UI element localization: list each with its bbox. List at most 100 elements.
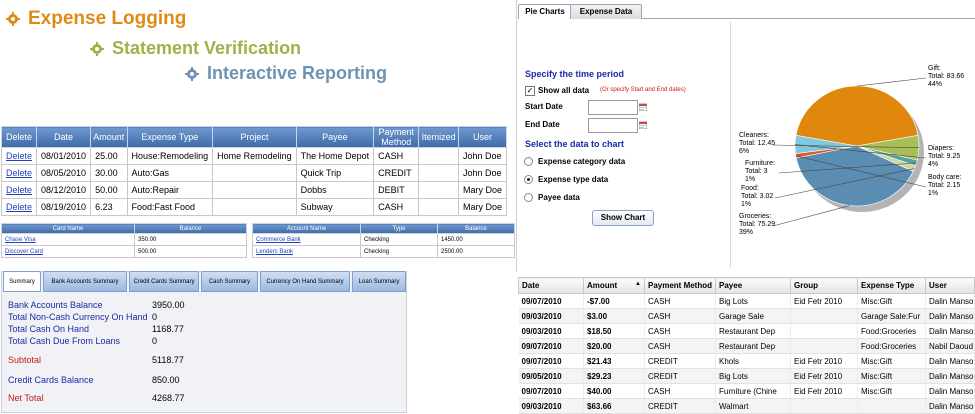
table-cell (418, 181, 459, 199)
radio-expense-category[interactable] (524, 157, 533, 166)
column-header[interactable]: Itemized (418, 126, 459, 148)
table-cell: Eid Fetr 2010 (790, 368, 859, 384)
table-cell (418, 164, 459, 182)
select-data-title: Select the data to chart (525, 139, 625, 149)
column-header[interactable]: Delete (0, 126, 38, 148)
show-all-label: Show all data (538, 86, 590, 95)
table-cell: -$7.00 (583, 293, 645, 309)
column-header[interactable]: Amount (90, 126, 128, 148)
column-header[interactable]: Payee (715, 277, 792, 294)
gear-icon (6, 12, 20, 26)
heading-text: Statement Verification (112, 38, 302, 58)
summary-row: Credit Cards Balance (8, 375, 94, 385)
summary-value: 0 (152, 312, 158, 322)
end-date-input[interactable] (588, 118, 638, 133)
summary-row: Total Cash On Hand (8, 324, 89, 334)
table-cell (790, 308, 859, 324)
radio-payee[interactable] (524, 193, 533, 202)
column-header: Balance (437, 223, 515, 234)
option-label: Expense category data (538, 157, 626, 166)
column-header[interactable]: Group (790, 277, 859, 294)
heading-text: Expense Logging (28, 8, 187, 29)
table-cell: 09/07/2010 (518, 293, 584, 309)
column-header[interactable]: Expense Type (126, 126, 214, 148)
pie-label: Total: 83.66 (928, 73, 964, 80)
table-row[interactable]: 09/07/2010 $40.00 CASH Furniture (Chine Eid … (518, 383, 975, 399)
tab-summary[interactable]: Summary (3, 271, 41, 292)
column-header[interactable]: Date (36, 126, 92, 148)
table-cell (857, 398, 927, 414)
card-link[interactable]: Discover Card (5, 249, 43, 255)
table-row[interactable]: 09/07/2010 $21.43 CREDIT Khols Eid Fetr 2010… (518, 353, 975, 369)
table-cell: 08/05/2010 (36, 164, 92, 182)
summary-label: Credit Cards Balance (8, 375, 94, 385)
account-link[interactable]: Commerce Bank (256, 237, 301, 243)
table-cell: CREDIT (644, 353, 717, 369)
delete-link[interactable]: Delete (6, 151, 32, 161)
summary-value: 5118.77 (152, 355, 184, 365)
table-row[interactable]: 09/07/2010 $20.00 CASH Restaurant Dep Food:G… (518, 338, 975, 354)
tab-currency-on-hand-summary[interactable]: Currency On Hand Summary (260, 271, 350, 292)
table-cell: Dobbs (295, 181, 375, 199)
table-cell: Dalin Mansour (925, 353, 975, 369)
show-all-checkbox[interactable]: ✓ (525, 86, 535, 96)
column-header[interactable]: Payment Method (643, 277, 717, 294)
table-cell (212, 164, 297, 182)
table-cell: 09/03/2010 (518, 323, 584, 339)
show-chart-button[interactable]: Show Chart (592, 210, 654, 226)
table-row[interactable]: 09/07/2010 -$7.00 CASH Big Lots Eid Fetr 201… (518, 293, 975, 309)
column-header[interactable]: User (925, 277, 975, 294)
column-header[interactable]: Project (212, 126, 297, 148)
table-cell: Nabil Daoud (925, 338, 975, 354)
card-link[interactable]: Chase Visa (5, 237, 36, 243)
expense-table: Delete Date Amount Expense Type Project … (0, 126, 508, 216)
table-row[interactable]: 09/05/2010 $29.23 CREDIT Big Lots Eid Fetr 2… (518, 368, 975, 384)
column-header[interactable]: Amount ▲ (583, 277, 645, 294)
summary-label: Bank Accounts Balance (8, 300, 103, 310)
table-cell: CASH (644, 293, 717, 309)
pie-leader-line (856, 77, 927, 87)
table-cell: 500.00 (134, 245, 247, 258)
summary-value: 1168.77 (152, 324, 184, 334)
table-cell: Quick Trip (295, 164, 375, 182)
column-header[interactable]: Expense Type (857, 277, 927, 294)
delete-link[interactable]: Delete (6, 185, 32, 195)
pie-label: Total: 2.15 (928, 182, 960, 189)
tab-expense-data[interactable]: Expense Data (570, 4, 642, 19)
account-link[interactable]: Lenders Bank (256, 249, 293, 255)
pie-label: Diapers: (928, 145, 954, 152)
tab-cash-summary[interactable]: Cash Summary (201, 271, 258, 292)
table-cell: Food:Fast Food (126, 198, 214, 216)
summary-label: Net Total (8, 393, 44, 403)
tab-credit-cards-summary[interactable]: Credit Cards Summary (129, 271, 199, 292)
pie-slice-gift[interactable] (795, 85, 919, 147)
column-header[interactable]: Payment Method (373, 126, 420, 148)
tab-bank-accounts-summary[interactable]: Bank Accounts Summary (43, 271, 127, 292)
table-cell: John Doe (457, 164, 508, 182)
column-header[interactable]: User (457, 126, 508, 148)
table-cell: 09/07/2010 (518, 353, 584, 369)
column-header[interactable]: Date (518, 277, 584, 294)
table-cell: Restaurant Dep (715, 323, 792, 339)
table-row: Lenders Bank Checking 2500.00 (252, 245, 515, 258)
table-cell: 50.00 (90, 181, 128, 199)
pie-label: Total: 12.45 (739, 140, 775, 147)
table-cell: 350.00 (134, 233, 247, 246)
table-cell: Auto:Repair (126, 181, 214, 199)
table-row[interactable]: 09/03/2010 $63.66 CREDIT Walmart Dalin Manso… (518, 398, 975, 414)
table-cell: 09/05/2010 (518, 368, 584, 384)
radio-expense-type[interactable] (524, 175, 533, 184)
table-cell: CASH (644, 308, 717, 324)
tab-pie-charts[interactable]: Pie Charts (518, 4, 572, 19)
tab-loan-summary[interactable]: Loan Summary (352, 271, 406, 292)
table-row[interactable]: 09/03/2010 $3.00 CASH Garage Sale Garage Sal… (518, 308, 975, 324)
column-header: Card Name (1, 223, 135, 234)
calendar-icon[interactable] (639, 121, 647, 129)
pie-leader-line (772, 205, 850, 227)
delete-link[interactable]: Delete (6, 168, 32, 178)
calendar-icon[interactable] (639, 103, 647, 111)
delete-link[interactable]: Delete (6, 202, 32, 212)
column-header[interactable]: Payee (295, 126, 375, 148)
start-date-input[interactable] (588, 100, 638, 115)
table-row[interactable]: 09/03/2010 $18.50 CASH Restaurant Dep Food:G… (518, 323, 975, 339)
